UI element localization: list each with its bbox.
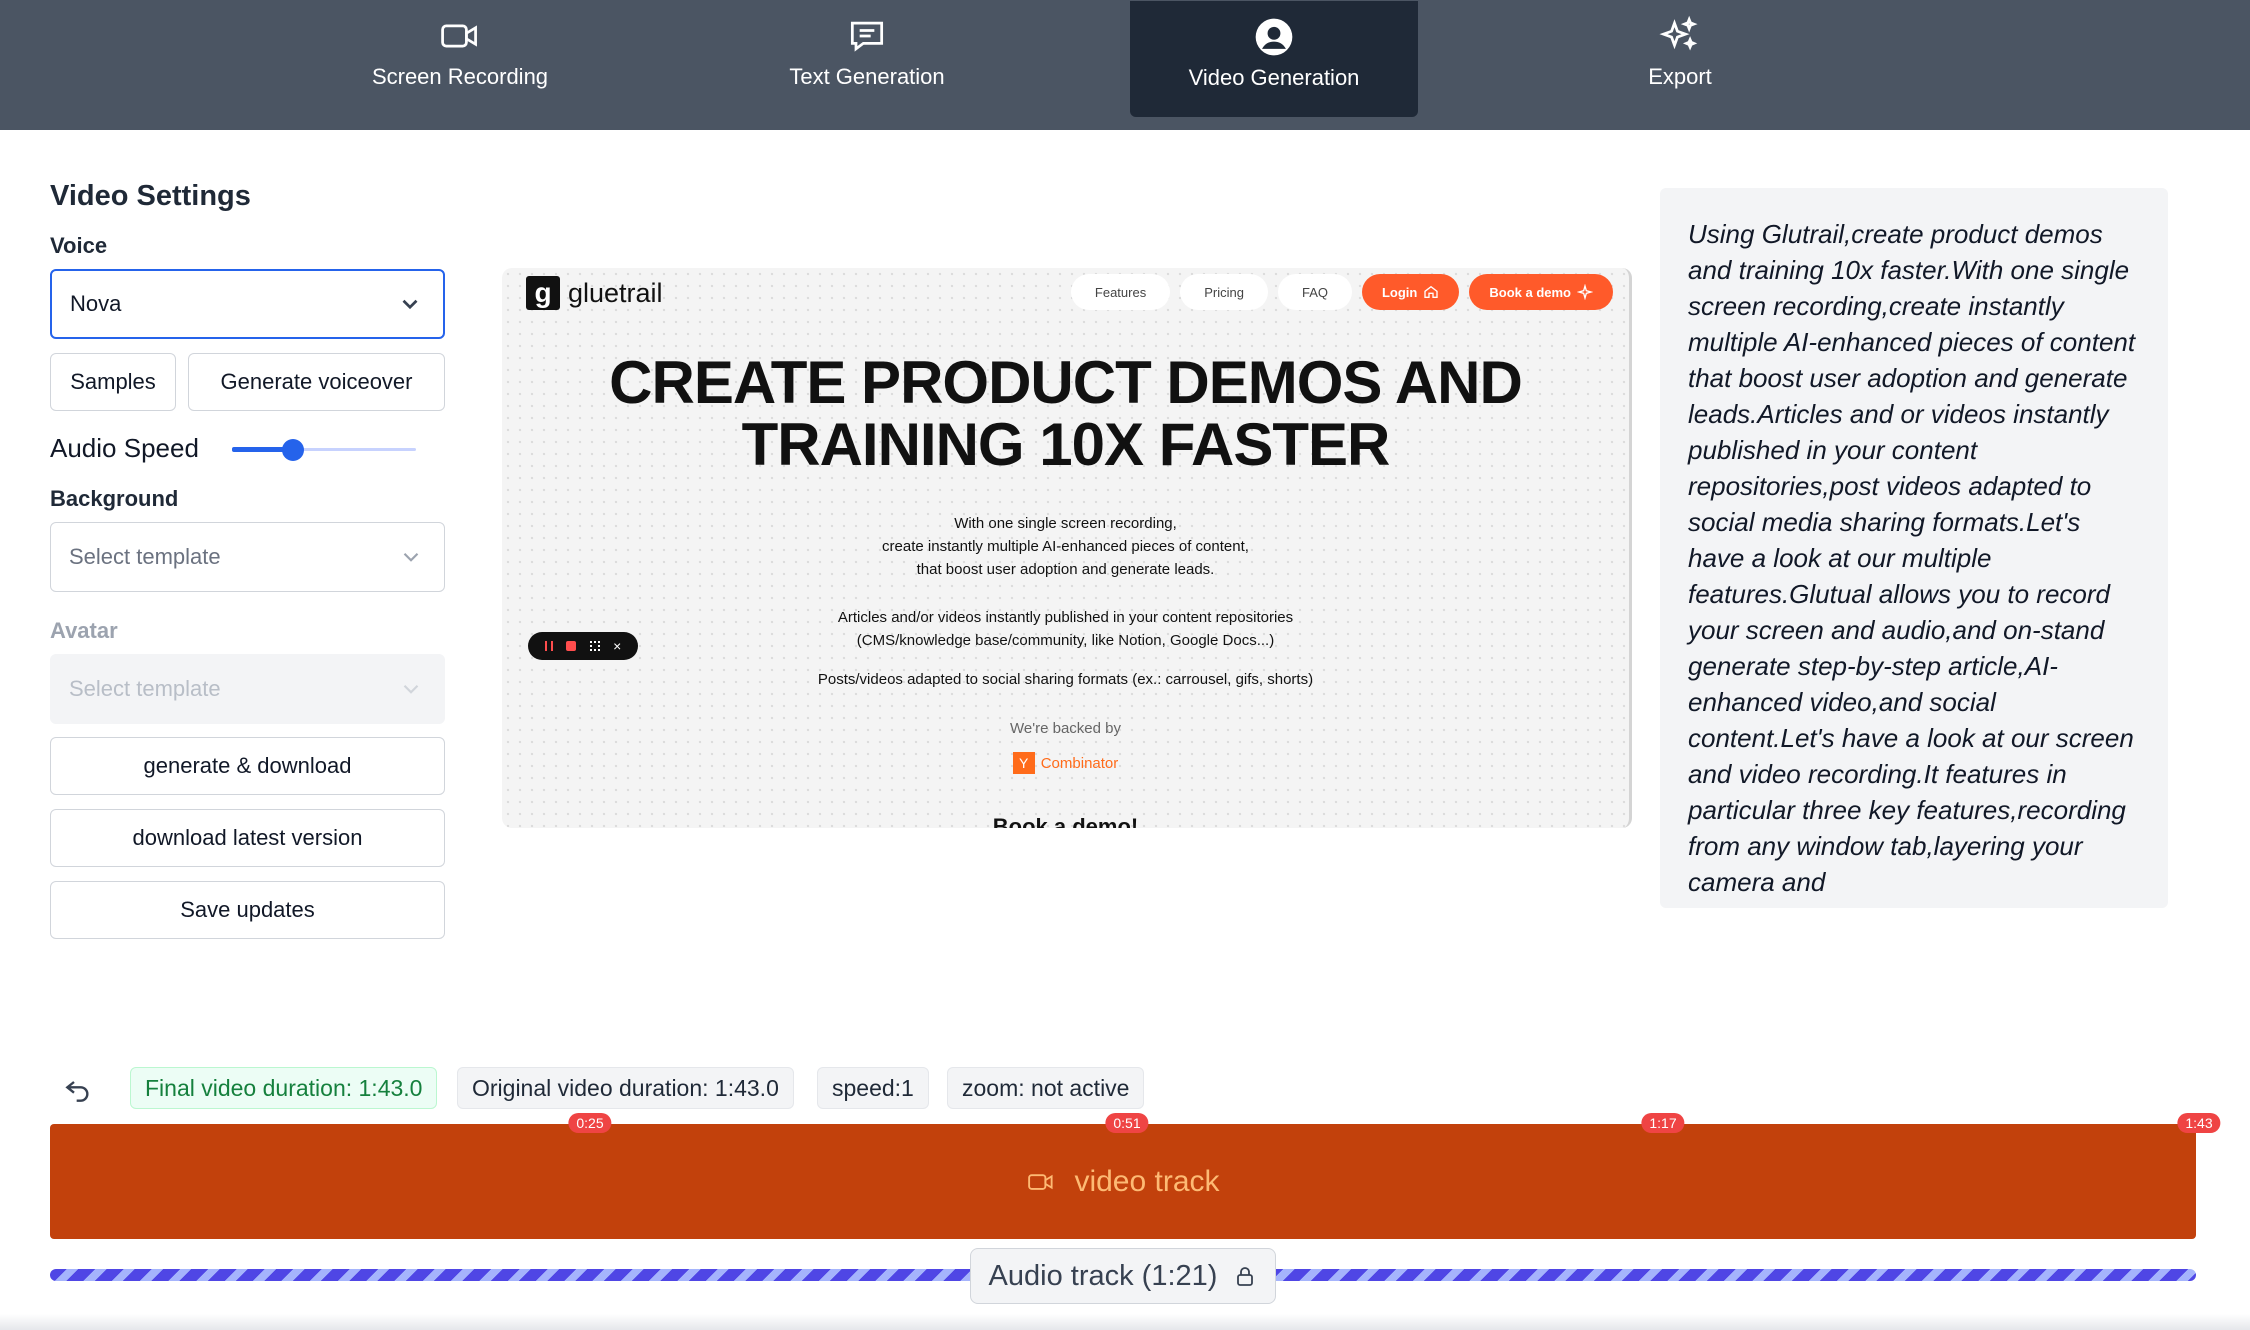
audio-speed-slider[interactable]: [232, 434, 416, 464]
para-line: With one single screen recording,: [954, 515, 1177, 532]
pause-icon[interactable]: [544, 641, 553, 651]
sparkle-icon: [1577, 284, 1593, 300]
voice-select[interactable]: Nova: [50, 269, 445, 339]
time-marker[interactable]: 0:51: [1105, 1113, 1149, 1133]
recording-controls[interactable]: ×: [528, 632, 638, 660]
time-marker[interactable]: 1:43: [2177, 1113, 2221, 1133]
para-line: (CMS/knowledge base/community, like Noti…: [856, 632, 1275, 649]
sparkles-icon: [1658, 14, 1702, 58]
headline-line-1: CREATE PRODUCT DEMOS AND: [609, 349, 1523, 416]
preview-paragraph-2: Articles and/or videos instantly publish…: [502, 606, 1629, 652]
generate-download-button[interactable]: generate & download: [50, 737, 445, 795]
video-settings-panel: Video Settings Voice Nova Samples Genera…: [50, 180, 445, 939]
home-icon: [1424, 285, 1439, 298]
voice-label: Voice: [50, 233, 108, 258]
time-marker[interactable]: 1:17: [1641, 1113, 1685, 1133]
chevron-down-icon: [403, 684, 419, 694]
background-label: Background: [50, 486, 179, 511]
preview-book-demo-button: Book a demo: [1469, 274, 1613, 310]
preview-cutoff-heading: Book a demo!: [992, 814, 1139, 828]
para-line: Articles and/or videos instantly publish…: [837, 609, 1294, 626]
slider-handle[interactable]: [281, 438, 304, 461]
headline-line-2: TRAINING 10X FASTER: [741, 411, 1391, 478]
preview-paragraph-1: With one single screen recording, create…: [502, 512, 1629, 581]
tab-label: Video Generation: [1188, 65, 1360, 90]
undo-icon[interactable]: [62, 1074, 94, 1106]
final-duration-badge: Final video duration: 1:43.0: [130, 1067, 438, 1109]
audio-track-label: Audio track (1:21): [970, 1248, 1276, 1304]
logo-word: gluetrail: [568, 277, 663, 308]
tab-video-generation[interactable]: Video Generation: [1130, 1, 1418, 117]
lock-icon: [1237, 1267, 1254, 1286]
speed-badge: speed:1: [817, 1067, 929, 1109]
gluetrail-logo: g gluetrail: [526, 276, 663, 310]
chevron-down-icon: [402, 299, 418, 310]
tab-label: Export: [1648, 64, 1712, 89]
tab-export[interactable]: Export: [1536, 0, 1824, 116]
stop-icon[interactable]: [566, 641, 577, 651]
settings-title: Video Settings: [50, 180, 251, 212]
preview-nav: Features Pricing FAQ Login Book a demo: [1070, 274, 1613, 310]
book-demo-label: Book a demo: [1489, 284, 1571, 300]
preview-headline: CREATE PRODUCT DEMOS AND TRAINING 10X FA…: [502, 352, 1629, 476]
close-icon[interactable]: ×: [613, 639, 621, 653]
background-placeholder: Select template: [69, 544, 221, 569]
para-line: that boost user adoption and generate le…: [916, 561, 1215, 578]
avatar-select[interactable]: Select template: [50, 654, 445, 724]
preview-paragraph-3: Posts/videos adapted to social sharing f…: [817, 671, 1314, 688]
save-updates-button[interactable]: Save updates: [50, 881, 445, 939]
transcript-text[interactable]: Using Glutrail,create product demos and …: [1660, 188, 2168, 908]
download-latest-button[interactable]: download latest version: [50, 809, 445, 867]
audio-track-text: Audio track (1:21): [988, 1259, 1218, 1292]
preview-login-button: Login: [1361, 274, 1460, 310]
samples-button[interactable]: Samples: [50, 353, 176, 411]
video-preview[interactable]: g gluetrail Features Pricing FAQ Login B…: [502, 268, 1632, 828]
video-track[interactable]: video track: [50, 1124, 2196, 1239]
original-duration-badge: Original video duration: 1:43.0: [457, 1067, 794, 1109]
expand-icon[interactable]: [589, 641, 600, 651]
ycombinator-logo: Y Combinator: [502, 752, 1629, 774]
user-circle-icon: [1252, 15, 1296, 59]
tab-label: Text Generation: [789, 64, 945, 89]
yc-word: Combinator: [1040, 754, 1119, 772]
chevron-down-icon: [403, 552, 419, 562]
tab-screen-recording[interactable]: Screen Recording: [316, 0, 604, 116]
logo-mark: g: [526, 276, 560, 310]
audio-speed-label: Audio Speed: [50, 433, 199, 463]
tab-text-generation[interactable]: Text Generation: [723, 0, 1011, 116]
login-label: Login: [1381, 284, 1418, 300]
top-navigation: Screen Recording Text Generation Video G…: [0, 0, 2250, 130]
background-select[interactable]: Select template: [50, 522, 445, 592]
backed-by-text: We're backed by: [1010, 720, 1121, 737]
video-camera-icon: [438, 14, 482, 58]
preview-nav-pricing: Pricing: [1180, 274, 1268, 310]
avatar-label: Avatar: [50, 618, 118, 643]
yc-mark: Y: [1012, 752, 1035, 774]
video-camera-icon: [1028, 1173, 1054, 1190]
tab-label: Screen Recording: [371, 64, 549, 89]
preview-nav-features: Features: [1070, 274, 1171, 310]
avatar-placeholder: Select template: [69, 676, 221, 701]
zoom-badge: zoom: not active: [947, 1067, 1145, 1109]
voice-value: Nova: [70, 291, 122, 316]
generate-voiceover-button[interactable]: Generate voiceover: [188, 353, 445, 411]
preview-nav-faq: FAQ: [1277, 274, 1352, 310]
video-track-label: video track: [1074, 1164, 1220, 1198]
time-marker[interactable]: 0:25: [568, 1113, 612, 1133]
bottom-edge: [0, 1314, 2250, 1330]
chat-bubble-icon: [845, 14, 889, 58]
para-line: create instantly multiple AI-enhanced pi…: [882, 538, 1249, 555]
